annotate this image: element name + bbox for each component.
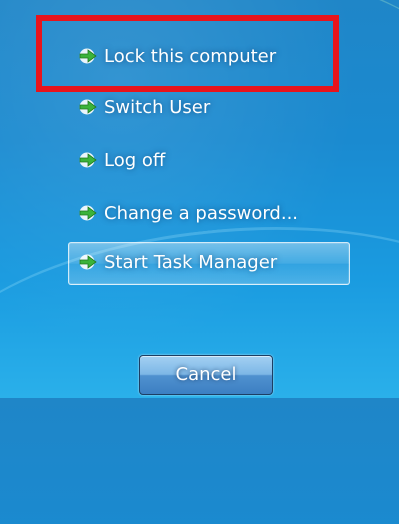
start-task-manager-option[interactable]: Start Task Manager bbox=[78, 247, 277, 277]
green-arrow-icon bbox=[79, 99, 97, 115]
log-off-option[interactable]: Log off bbox=[78, 145, 165, 175]
option-label: Log off bbox=[104, 149, 166, 171]
option-label: Switch User bbox=[104, 96, 211, 118]
change-password-option[interactable]: Change a password... bbox=[78, 198, 298, 228]
green-arrow-icon bbox=[79, 254, 97, 270]
green-arrow-icon bbox=[79, 152, 97, 168]
option-label: Start Task Manager bbox=[104, 251, 278, 273]
annotation-highlight-box bbox=[36, 15, 339, 92]
switch-user-option[interactable]: Switch User bbox=[78, 92, 210, 122]
option-label: Change a password... bbox=[104, 202, 299, 224]
cancel-button[interactable]: Cancel bbox=[139, 355, 273, 395]
green-arrow-icon bbox=[79, 205, 97, 221]
